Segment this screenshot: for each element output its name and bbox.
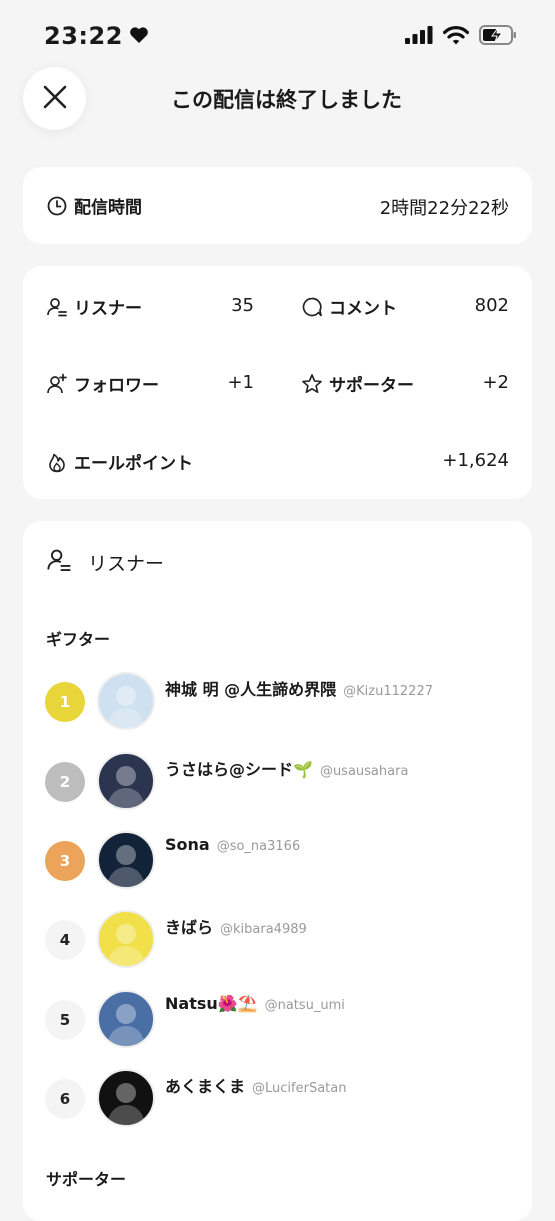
listeners-section-title: リスナー — [88, 553, 165, 575]
person-add-icon — [46, 373, 68, 395]
user-handle: @natsu_umi — [264, 998, 345, 1013]
user-info: 神城 明 @人生諦め界隈 @Kizu112227 — [165, 676, 433, 700]
stat-comments: コメント — [301, 294, 397, 319]
user-info: Natsu🌺⛱️ @natsu_umi — [165, 994, 345, 1013]
rank-badge: 3 — [45, 841, 85, 881]
avatar[interactable] — [97, 672, 155, 730]
flame-icon — [46, 451, 68, 473]
user-info: うさはら@シード🌱 @usausahara — [165, 756, 408, 780]
wifi-icon — [442, 25, 470, 49]
stat-supporters-value: +2 — [482, 372, 509, 393]
stat-yell-points: エールポイント — [46, 449, 193, 474]
gifter-row[interactable]: 1 神城 明 @人生諦め界隈 @Kizu112227 — [45, 672, 515, 732]
gifter-row[interactable]: 4 きばら @kibara4989 — [45, 910, 515, 970]
stat-comments-label: コメント — [329, 299, 397, 319]
avatar[interactable] — [97, 910, 155, 968]
page-title: この配信は終了しました — [171, 88, 402, 112]
gifter-row[interactable]: 2 うさはら@シード🌱 @usausahara — [45, 752, 515, 812]
user-handle: @Kizu112227 — [343, 684, 433, 699]
person-lines-icon — [46, 547, 72, 578]
duration-card: 配信時間 2時間22分22秒 — [23, 167, 532, 244]
status-time-text: 23:22 — [44, 22, 123, 50]
user-name[interactable]: うさはら@シード🌱 — [165, 756, 313, 780]
stat-supporters: サポーター — [301, 371, 414, 396]
gifter-heading: ギフター — [46, 630, 111, 649]
rank-badge: 4 — [45, 920, 85, 960]
stat-listeners-label: リスナー — [74, 299, 142, 319]
avatar[interactable] — [97, 1069, 155, 1127]
duration-label: 配信時間 — [74, 198, 142, 218]
stat-listeners-value: 35 — [231, 295, 254, 316]
user-name[interactable]: 神城 明 @人生諦め界隈 — [165, 676, 336, 700]
user-handle: @kibara4989 — [220, 922, 307, 937]
rank-badge: 5 — [45, 1000, 85, 1040]
supporter-heading: サポーター — [46, 1170, 127, 1189]
duration-value: 2時間22分22秒 — [379, 198, 509, 219]
heart-icon — [129, 22, 149, 50]
user-name[interactable]: あくまくま — [165, 1073, 245, 1097]
star-icon — [301, 373, 323, 395]
user-handle: @so_na3166 — [216, 839, 301, 854]
stat-yell-points-value: +1,624 — [442, 450, 509, 471]
stat-supporters-label: サポーター — [329, 376, 414, 396]
user-handle: @LuciferSatan — [252, 1081, 347, 1096]
cellular-signal-icon — [405, 26, 433, 48]
duration-row: 配信時間 — [46, 193, 142, 218]
stat-followers-value: +1 — [227, 372, 254, 393]
user-info: Sona @so_na3166 — [165, 835, 300, 854]
gifter-row[interactable]: 6 あくまくま @LuciferSatan — [45, 1069, 515, 1129]
gifter-row[interactable]: 3 Sona @so_na3166 — [45, 831, 515, 891]
clock-icon — [46, 195, 68, 217]
status-icons — [405, 25, 517, 49]
user-name[interactable]: きばら — [165, 914, 213, 938]
avatar[interactable] — [97, 752, 155, 810]
stat-followers: フォロワー — [46, 371, 159, 396]
user-name[interactable]: Sona — [165, 835, 210, 854]
speech-bubble-icon — [301, 296, 323, 318]
stat-listeners: リスナー — [46, 294, 142, 319]
rank-badge: 6 — [45, 1079, 85, 1119]
battery-charging-icon — [479, 25, 517, 49]
stat-followers-label: フォロワー — [74, 376, 159, 396]
status-time: 23:22 — [44, 22, 149, 50]
stat-comments-value: 802 — [474, 295, 509, 316]
user-info: きばら @kibara4989 — [165, 914, 307, 938]
gifter-row[interactable]: 5 Natsu🌺⛱️ @natsu_umi — [45, 990, 515, 1050]
rank-badge: 2 — [45, 762, 85, 802]
listeners-card: リスナー ギフター 1 神城 明 @人生諦め界隈 @Kizu112227 2 うさはら@… — [23, 521, 532, 1221]
user-info: あくまくま @LuciferSatan — [165, 1073, 346, 1097]
stats-card: リスナー 35 コメント 802 フォロワー +1 サポーター +2 エールポイ… — [23, 266, 532, 499]
stat-yell-points-label: エールポイント — [74, 454, 193, 474]
avatar[interactable] — [97, 831, 155, 889]
status-bar: 23:22 — [0, 0, 555, 70]
user-handle: @usausahara — [319, 764, 409, 779]
listeners-section-header: リスナー — [46, 547, 164, 578]
avatar[interactable] — [97, 990, 155, 1048]
person-lines-icon — [46, 296, 68, 318]
rank-badge: 1 — [45, 682, 85, 722]
user-name[interactable]: Natsu🌺⛱️ — [165, 994, 258, 1013]
